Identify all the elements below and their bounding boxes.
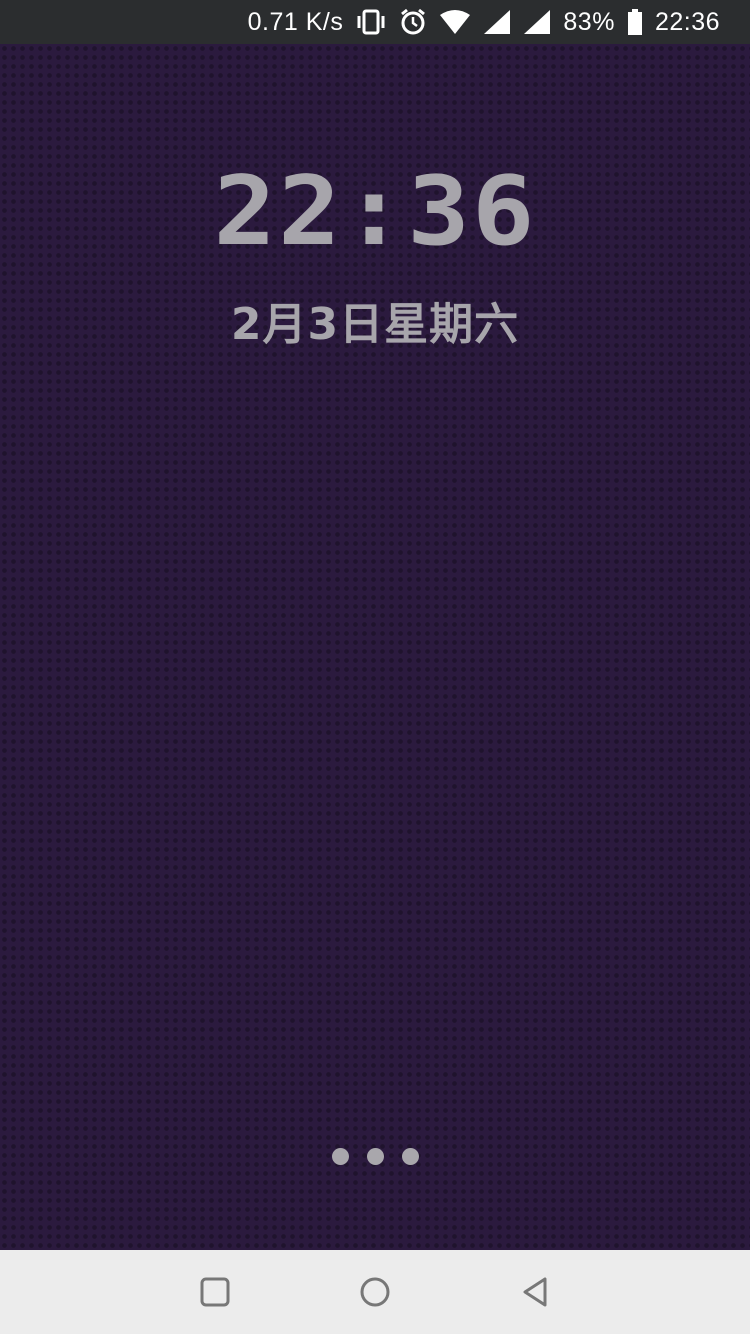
lockscreen-date: 2月3日星期六 [230,299,520,350]
wifi-icon [439,9,471,35]
lockscreen-clock: 22:36 [213,154,537,268]
vibrate-icon [355,8,387,36]
signal-icon [483,9,511,35]
status-time: 22:36 [654,7,720,36]
battery-icon [627,8,643,36]
page-dot [331,1148,349,1165]
back-icon [523,1277,547,1307]
signal-icon [523,9,551,35]
alarm-icon [399,8,427,36]
status-bar: 0.71 K/s 83% 22:36 [0,0,750,44]
back-button[interactable] [455,1250,615,1334]
recents-icon [200,1277,230,1307]
home-icon [360,1277,390,1307]
recents-button[interactable] [135,1250,295,1334]
navigation-bar [0,1250,750,1334]
page-indicator [0,1148,750,1165]
battery-percent: 83% [563,7,615,36]
page-dot [401,1148,419,1165]
network-speed: 0.71 K/s [247,7,344,36]
home-button[interactable] [295,1250,455,1334]
page-dot [366,1148,384,1165]
